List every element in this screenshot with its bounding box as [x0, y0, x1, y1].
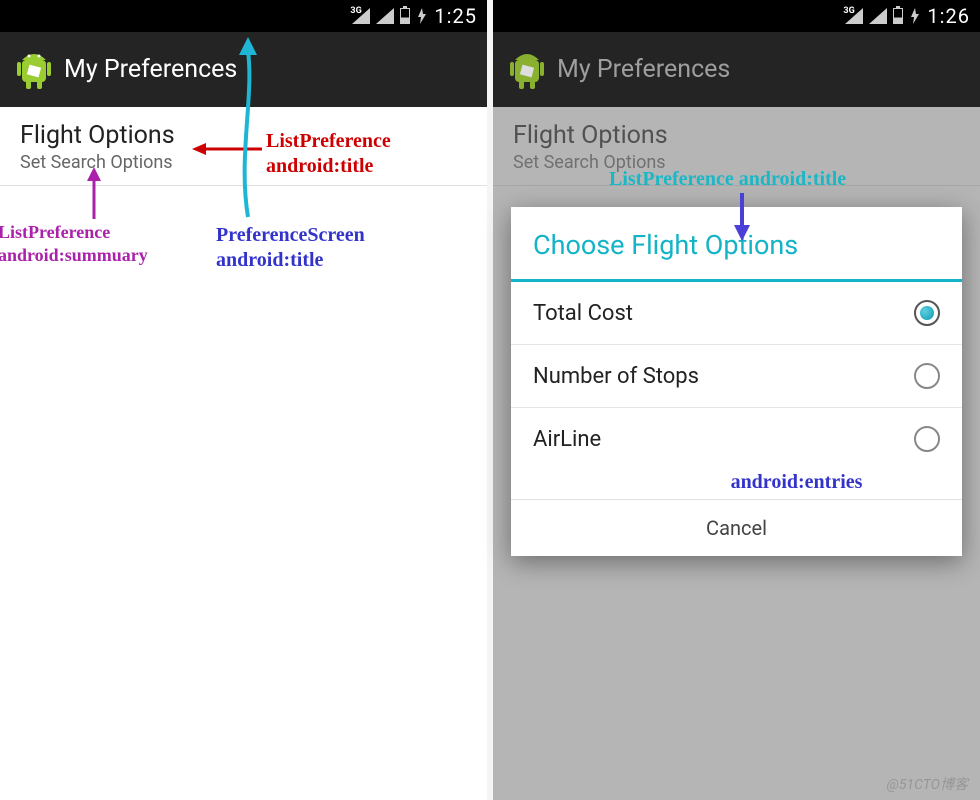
signal-icon-2	[869, 8, 887, 24]
action-bar: My Preferences	[0, 32, 487, 107]
signal-icon: 3G	[352, 8, 370, 24]
status-bar: 3G 1:26	[493, 0, 980, 32]
actionbar-title: My Preferences	[64, 55, 237, 84]
signal-icon: 3G	[845, 8, 863, 24]
radio-icon	[914, 363, 940, 389]
content-area: Flight Options Set Search Options ListPr…	[493, 107, 980, 800]
dialog-option-1[interactable]: Number of Stops	[511, 345, 962, 408]
annotation-prefscreen-title: PreferenceScreen android:title	[216, 223, 365, 273]
status-bar: 3G 1:25	[0, 0, 487, 32]
app-icon	[16, 50, 52, 90]
option-label: Number of Stops	[533, 364, 699, 389]
phone-right: 3G 1:26 My Preferences	[493, 0, 980, 800]
list-preference-row[interactable]: Flight Options Set Search Options	[0, 107, 487, 186]
app-icon	[509, 50, 545, 90]
annotation-entries: android:entries	[511, 470, 962, 499]
annotation-listpref-title: ListPreference android:title	[266, 129, 391, 179]
network-label: 3G	[843, 6, 854, 16]
pref-title: Flight Options	[20, 121, 467, 150]
annotation-listpref-summary: ListPreference android:summuary	[0, 221, 148, 266]
clock: 1:26	[927, 4, 970, 28]
content-area: Flight Options Set Search Options ListPr…	[0, 107, 487, 800]
pref-summary: Set Search Options	[20, 152, 467, 173]
option-label: Total Cost	[533, 301, 633, 326]
charging-icon	[909, 8, 921, 24]
battery-icon	[400, 8, 410, 24]
option-label: AirLine	[533, 427, 601, 452]
charging-icon	[416, 8, 428, 24]
signal-icon-2	[376, 8, 394, 24]
network-label: 3G	[350, 6, 361, 16]
dialog-cancel-button[interactable]: Cancel	[511, 499, 962, 556]
actionbar-title: My Preferences	[557, 55, 730, 84]
dialog-option-2[interactable]: AirLine	[511, 408, 962, 470]
battery-icon	[893, 8, 903, 24]
list-preference-dialog: Choose Flight Options Total Cost Number …	[511, 207, 962, 556]
clock: 1:25	[434, 4, 477, 28]
dialog-title: Choose Flight Options	[511, 207, 962, 282]
dialog-option-0[interactable]: Total Cost	[511, 282, 962, 345]
phone-left: 3G 1:25 My Preferenc	[0, 0, 487, 800]
action-bar: My Preferences	[493, 32, 980, 107]
radio-icon	[914, 426, 940, 452]
radio-icon	[914, 300, 940, 326]
annotation-listpref-title-right: ListPreference android:title	[609, 167, 846, 192]
